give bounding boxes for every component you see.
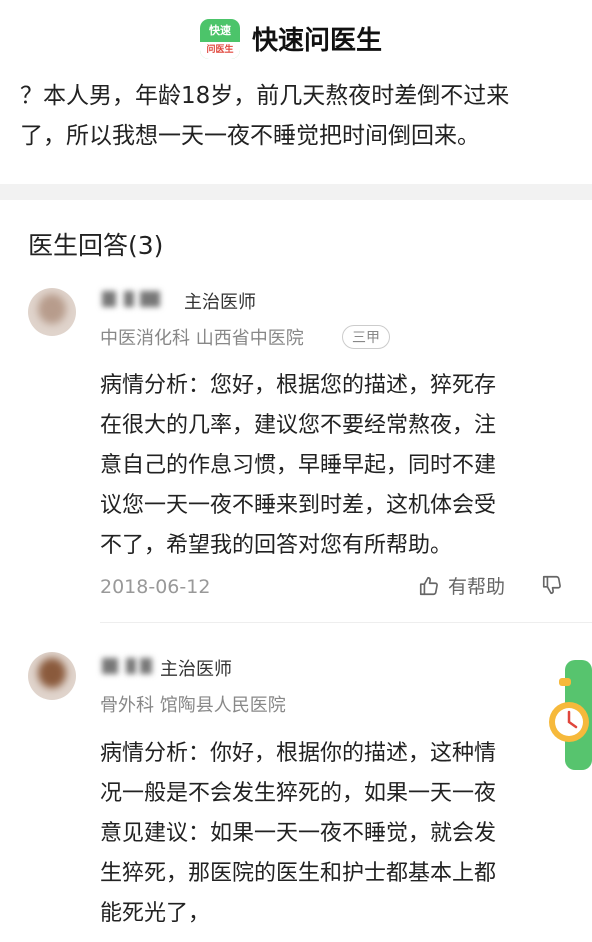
doctor-name-redacted (100, 656, 162, 676)
answer-line: 意见建议：如果一天一夜不睡觉，就会发 (100, 821, 497, 846)
doctor-name-redacted (100, 289, 162, 309)
doctor-department: 中医消化科 山西省中医院 (100, 328, 304, 349)
answer-divider (100, 622, 592, 623)
answer-body: 病情分析：您好，根据您的描述，猝死存 在很大的几率，建议您不要经常熬夜，注 意自… (100, 366, 568, 566)
question-line: ？本人男，年龄18岁，前几天熬夜时差倒不过来 (20, 83, 510, 109)
helpful-label: 有帮助 (448, 576, 506, 598)
question-text: ？本人男，年龄18岁，前几天熬夜时差倒不过来 了，所以我想一天一夜不睡觉把时间倒… (20, 76, 580, 156)
app-header: 快速 问医生 快速问医生 (0, 0, 592, 70)
thumbs-down-icon (542, 575, 561, 595)
doctor-avatar[interactable] (28, 288, 76, 336)
answer-body: 病情分析：你好，根据你的描述，这种情 况一般是不会发生猝死的，如果一天一夜 意见… (100, 734, 568, 934)
answer-line: 不了，希望我的回答对您有所帮助。 (100, 533, 453, 558)
logo-text-bottom: 问医生 (200, 42, 240, 59)
clock-icon (549, 660, 592, 770)
thumbs-up-icon (419, 576, 438, 596)
question-line: 了，所以我想一天一夜不睡觉把时间倒回来。 (20, 123, 480, 149)
answer-line: 病情分析：您好，根据您的描述，猝死存 (100, 373, 497, 398)
answer-line: 议您一天一夜不睡来到时差，这机体会受 (100, 493, 497, 518)
brand-name: 快速问医生 (252, 26, 383, 56)
answer-line: 能死光了， (100, 901, 211, 926)
helpful-button[interactable]: 有帮助 (418, 572, 505, 599)
floating-promo-button[interactable] (545, 660, 592, 770)
answer-line: 意自己的作息习惯，早睡早起，同时不建 (100, 453, 497, 478)
logo-text-top: 快速 (209, 24, 231, 37)
doctor-avatar[interactable] (28, 652, 76, 700)
section-separator (0, 184, 592, 200)
app-logo: 快速 问医生 (200, 19, 240, 59)
doctor-department: 骨外科 馆陶县人民医院 (100, 695, 286, 716)
doctor-title: 主治医师 (184, 292, 256, 313)
answer-line: 病情分析：你好，根据你的描述，这种情 (100, 741, 497, 766)
answer-line: 生猝死，那医院的医生和护士都基本上都 (100, 861, 497, 886)
answer-date: 2018-06-12 (100, 576, 211, 598)
doctor-title: 主治医师 (160, 659, 232, 680)
answer-line: 况一般是不会发生猝死的，如果一天一夜 (100, 781, 497, 806)
answers-section-title: 医生回答(3) (28, 231, 164, 260)
answer-line: 在很大的几率，建议您不要经常熬夜，注 (100, 413, 497, 438)
not-helpful-button[interactable] (541, 574, 563, 600)
hospital-grade-badge: 三甲 (342, 325, 390, 349)
